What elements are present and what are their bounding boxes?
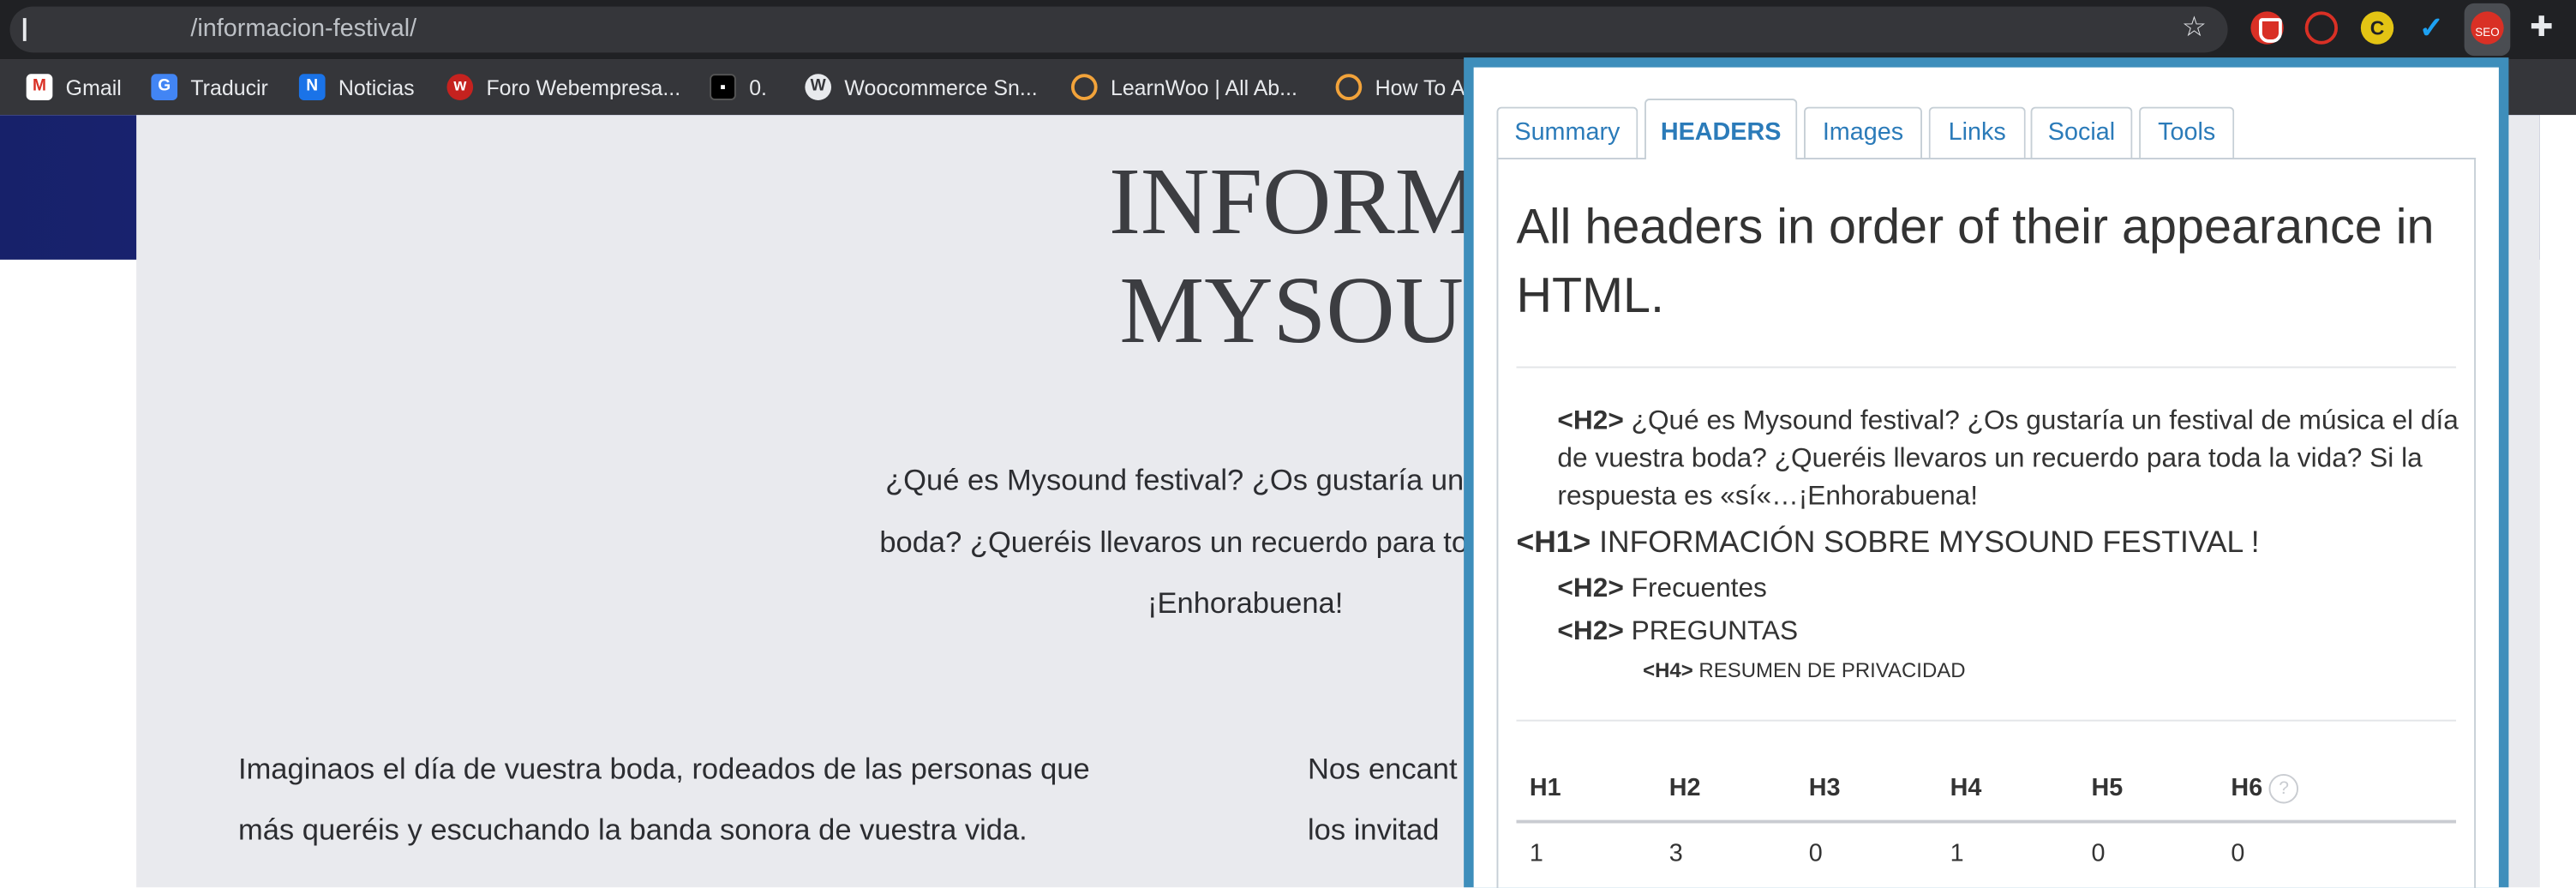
bookmark-noticias[interactable]: N Noticias (298, 72, 415, 102)
panel-title: All headers in order of their appearance… (1516, 200, 2435, 324)
table-row: 1 3 0 1 0 0 (1516, 823, 2456, 885)
table-header-row: H1 H2 H3 H4 H5 H6? (1516, 758, 2456, 820)
bookmark-learnwoo[interactable]: LearnWoo | All Ab... (1070, 72, 1297, 102)
tab-images[interactable]: Images (1803, 106, 1923, 159)
table-cell: 0 (2091, 839, 2106, 868)
header-tag: <H2> (1557, 615, 1624, 646)
paragraph-line: más queréis y escuchando la banda sonora… (237, 813, 1027, 847)
header-text: PREGUNTAS (1631, 615, 1799, 646)
header-entry: <H2> Frecuentes (1557, 570, 2460, 608)
header-text: RESUMEN DE PRIVACIDAD (1698, 658, 1966, 682)
bookmark-zero[interactable]: ▪ 0. (710, 72, 767, 102)
headers-count-table: H1 H2 H3 H4 H5 H6? 1 3 0 1 0 0 (1516, 758, 2457, 886)
search-extension-icon[interactable] (2304, 11, 2339, 45)
star-icon[interactable]: ☆ (2182, 11, 2207, 44)
translate-icon: G (151, 74, 178, 100)
tab-tools[interactable]: Tools (2139, 106, 2235, 159)
bookmark-gmail[interactable]: M Gmail (26, 72, 122, 102)
seo-extension-popup: Summary HEADERS Images Links Social Tool… (1464, 57, 2509, 888)
forum-icon: w (446, 74, 474, 100)
bookmark-label: 0. (749, 75, 767, 99)
dark-site-icon: ▪ (710, 74, 736, 100)
popup-body: Summary HEADERS Images Links Social Tool… (1473, 67, 2499, 888)
column-header: H3 (1808, 773, 1841, 802)
divider (1516, 366, 2457, 369)
table-cell: 1 (1529, 839, 1543, 868)
bookmark-how-to[interactable]: How To A (1335, 72, 1465, 102)
tab-social[interactable]: Social (2030, 106, 2133, 159)
header-entry: <H2> PREGUNTAS (1557, 613, 2460, 651)
bookmark-label: LearnWoo | All Ab... (1110, 75, 1297, 99)
left-column-text: Imaginaos el día de vuestra boda, rodead… (238, 740, 1175, 861)
tab-summary[interactable]: Summary (1496, 106, 1638, 159)
seo-extension-icon[interactable]: SEO (2471, 11, 2504, 45)
browser-toolbar: /informacion-festival/ ☆ C ✓ SEO ✚ (0, 0, 2576, 60)
column-header: H2 (1668, 773, 1701, 802)
bookmark-foro-webempresa[interactable]: w Foro Webempresa... (446, 72, 680, 102)
paragraph-line: Imaginaos el día de vuestra boda, rodead… (237, 753, 1090, 786)
header-entry: <H1> INFORMACIÓN SOBRE MYSOUND FESTIVAL … (1516, 523, 2436, 562)
header-tag: <H2> (1557, 573, 1624, 603)
header-text: ¿Qué es Mysound festival? ¿Os gustaría u… (1557, 405, 2459, 512)
bookmark-label: Traducir (190, 75, 268, 99)
help-icon[interactable]: ? (2268, 774, 2299, 804)
header-entry: <H2> ¿Qué es Mysound festival? ¿Os gusta… (1557, 403, 2460, 516)
column-header: H5 (2091, 773, 2124, 802)
bookmark-label: Foro Webempresa... (486, 75, 681, 99)
bookmark-label: Gmail (65, 75, 122, 99)
news-icon: N (298, 74, 326, 100)
puzzle-icon[interactable]: ✚ (2525, 11, 2558, 44)
sun-icon (1335, 74, 1363, 100)
table-cell: 0 (1808, 839, 1823, 868)
header-tag: <H2> (1557, 405, 1624, 436)
bookmark-traducir[interactable]: G Traducir (151, 72, 268, 102)
wordpress-icon: W (805, 74, 832, 100)
column-header: H1 (1529, 773, 1561, 802)
headers-panel: All headers in order of their appearance… (1496, 158, 2477, 888)
header-entry: <H4> RESUMEN DE PRIVACIDAD (1643, 657, 2431, 684)
bookmark-woocommerce[interactable]: W Woocommerce Sn... (805, 72, 1038, 102)
bookmark-label: Woocommerce Sn... (844, 75, 1038, 99)
column-header: H4 (1950, 773, 1982, 802)
text-cursor (22, 18, 27, 41)
bookmark-label: Noticias (338, 75, 415, 99)
table-cell: 0 (2231, 839, 2245, 868)
header-tag: <H4> (1643, 658, 1693, 682)
tab-links[interactable]: Links (1928, 106, 2026, 159)
table-cell: 3 (1668, 839, 1683, 868)
learnwoo-icon (1070, 74, 1098, 100)
brave-shield-icon[interactable] (2250, 11, 2284, 45)
url-text: /informacion-festival/ (190, 15, 417, 43)
address-bar[interactable]: /informacion-festival/ (9, 6, 2228, 53)
c-extension-icon[interactable]: C (2360, 11, 2394, 45)
header-text: Frecuentes (1631, 573, 1767, 603)
divider (1516, 719, 2457, 722)
gmail-icon: M (26, 74, 53, 100)
header-text: INFORMACIÓN SOBRE MYSOUND FESTIVAL ! (1599, 524, 2260, 559)
header-tag: <H1> (1516, 524, 1591, 559)
table-cell: 1 (1950, 839, 1964, 868)
tab-headers[interactable]: HEADERS (1644, 99, 1798, 159)
column-header: H6 (2231, 773, 2263, 802)
column-header-h6: H6? (2231, 758, 2299, 820)
bookmark-label: How To A (1375, 75, 1465, 99)
check-extension-icon[interactable]: ✓ (2415, 11, 2447, 44)
